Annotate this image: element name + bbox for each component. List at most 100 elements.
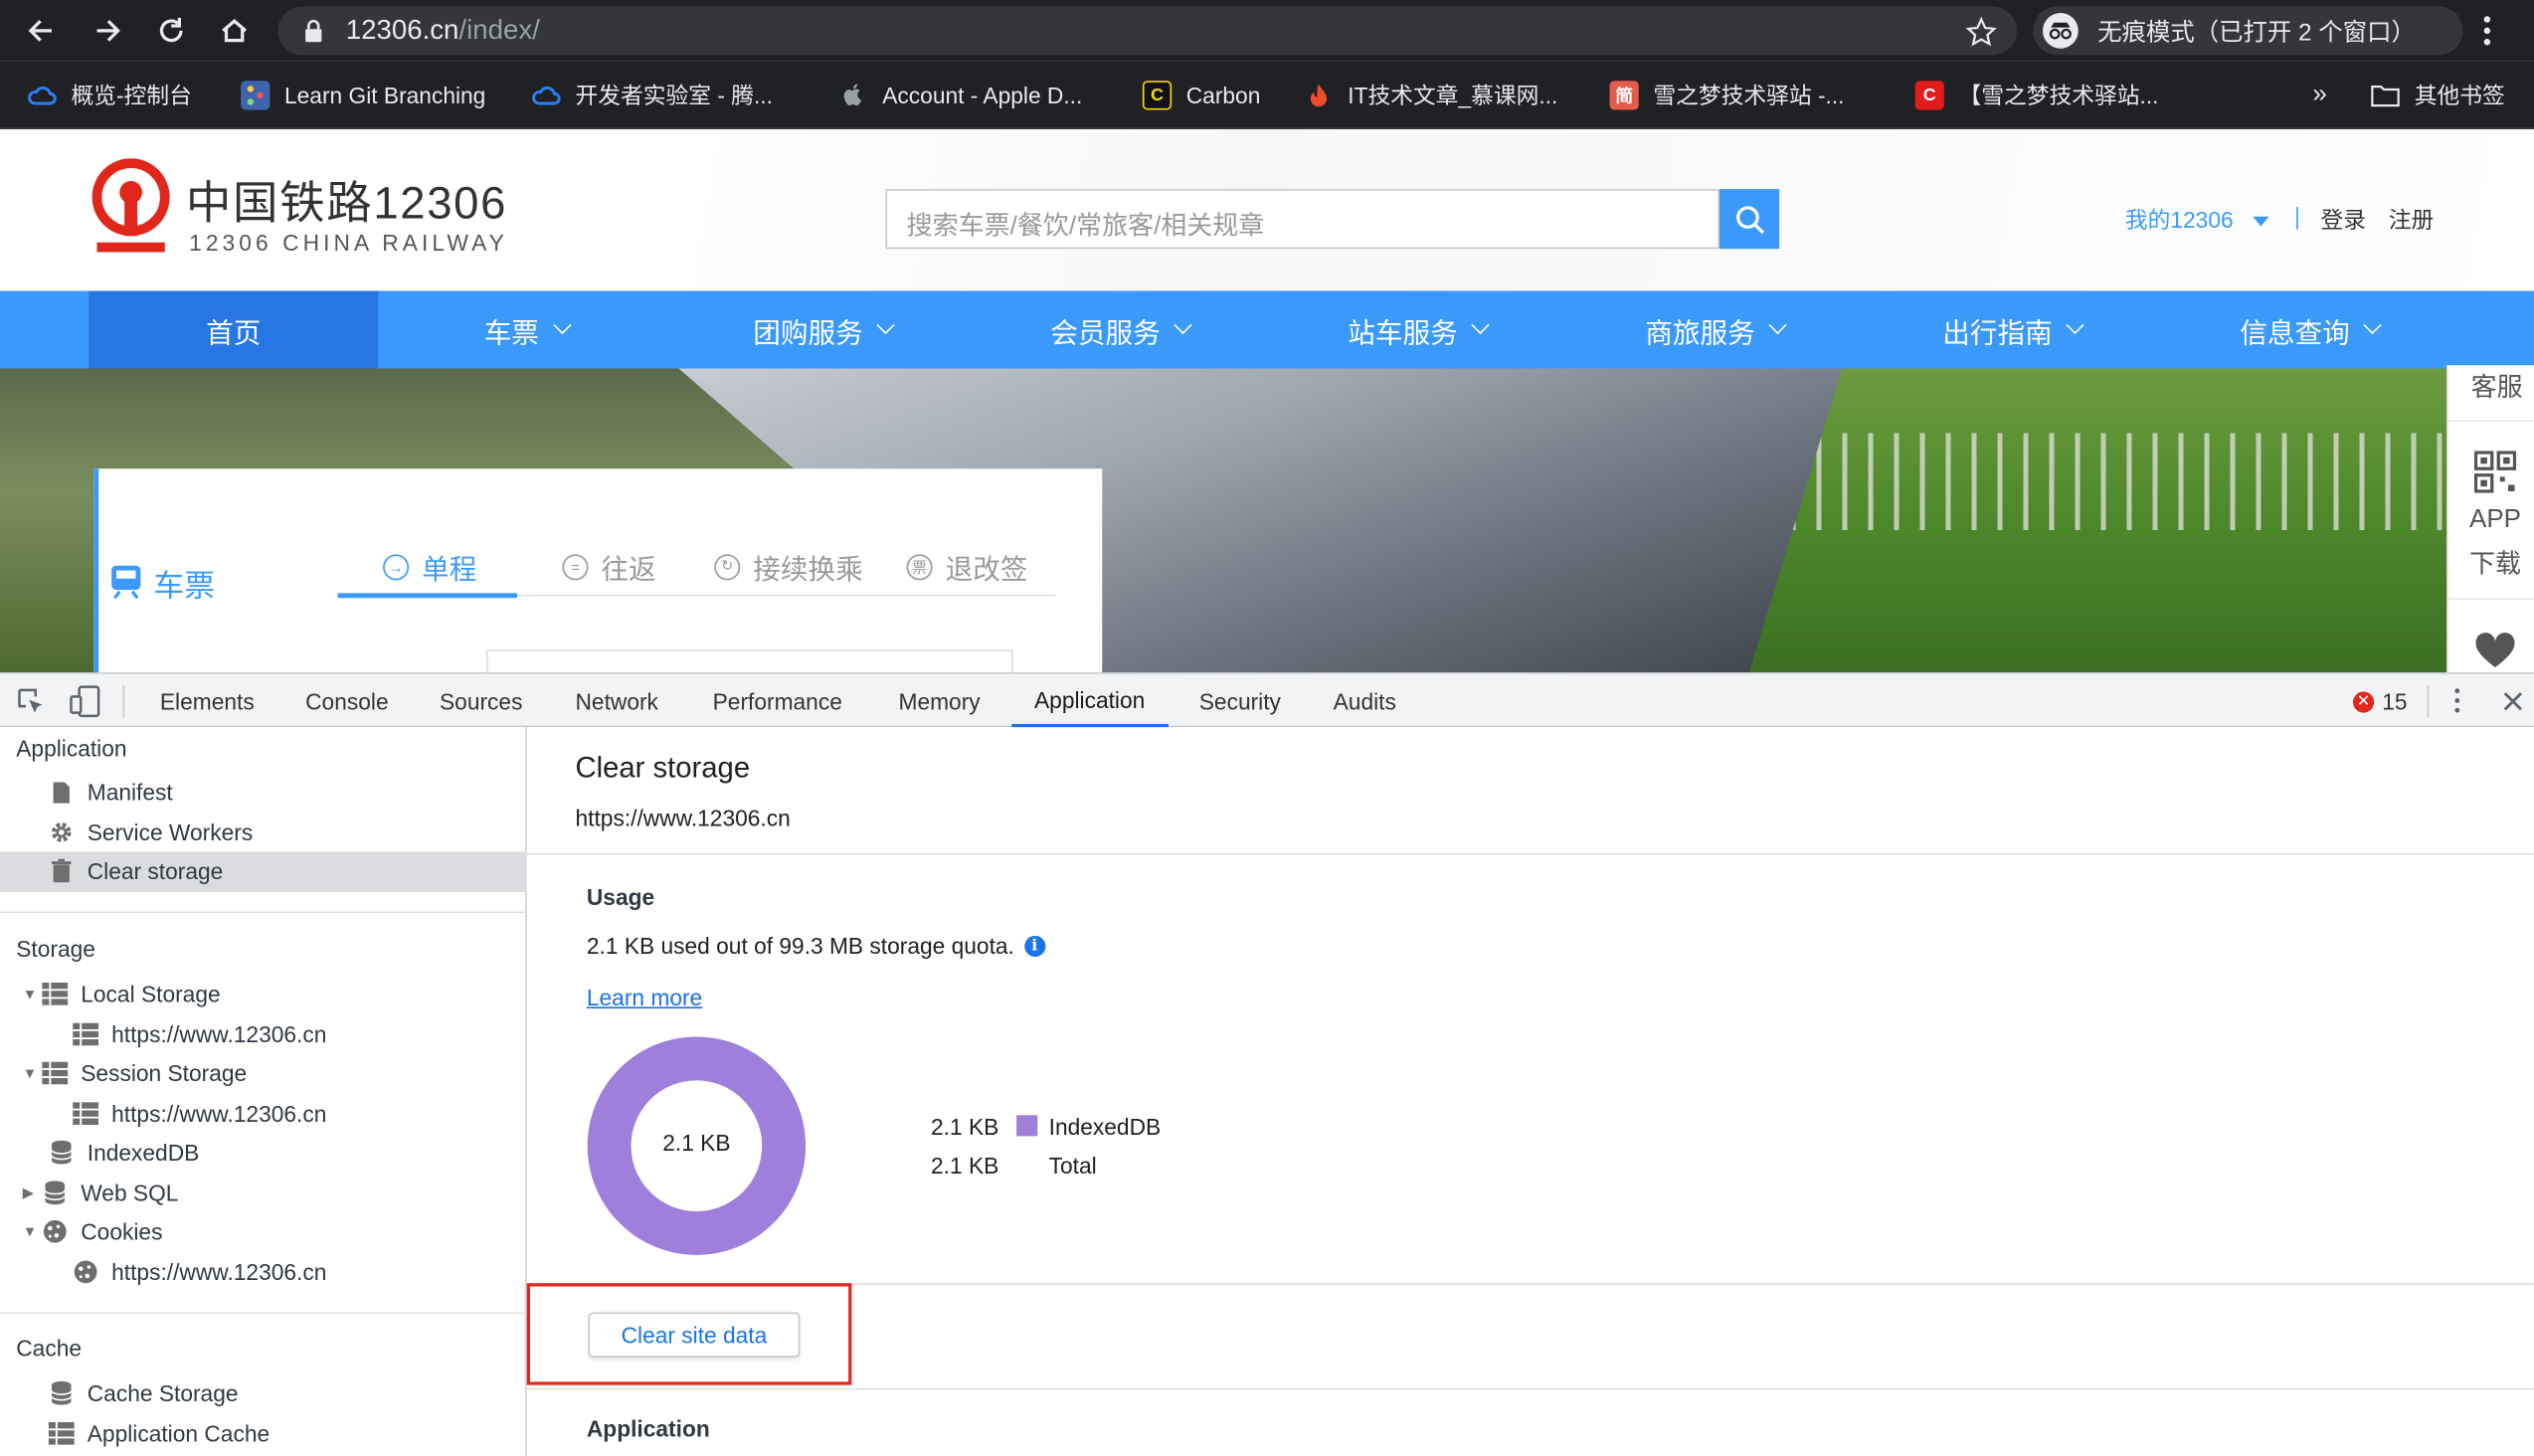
bookmark-label: 【雪之梦技术驿站... [1958,82,2159,108]
register-link[interactable]: 注册 [2389,204,2435,237]
site-search-button[interactable] [1720,189,1780,250]
bookmark-item[interactable]: C 【雪之梦技术驿站... [1914,78,2159,113]
sidebar-item-web-sql[interactable]: ▶ Web SQL [23,1180,179,1205]
sidebar-item-clear-storage[interactable]: Clear storage [49,858,223,884]
tab-refund-change[interactable]: 票退改签 [906,546,1028,587]
back-button[interactable] [18,7,67,56]
star-icon[interactable] [1965,16,1998,49]
reload-icon [159,17,183,43]
bookmark-item[interactable]: 开发者实验室 - 腾... [532,78,773,113]
triangle-right-icon: ▶ [22,1183,34,1200]
bookmark-label: 概览-控制台 [71,82,192,108]
grid-icon [42,981,69,1006]
chevron-down-icon [1174,315,1192,335]
sidebar-item-local-storage-origin[interactable]: https://www.12306.cn [73,1021,326,1047]
home-button[interactable] [210,7,259,56]
bookmark-item[interactable]: 概览-控制台 [28,78,192,113]
usage-text: 2.1 KB used out of 99.3 MB storage quota… [586,932,1014,959]
tab-transfer[interactable]: ↻ 接续换乘 [714,546,863,587]
bookmark-label: Learn Git Branching [284,82,486,108]
customer-service-link[interactable]: 客服 [2471,365,2523,404]
nav-item-member[interactable]: 会员服务 [972,291,1269,369]
sidebar-item-label: https://www.12306.cn [111,1021,327,1047]
tab-network[interactable]: Network [576,674,658,728]
info-icon[interactable]: i [1023,935,1045,957]
sidebar-item-session-storage[interactable]: ▼ Session Storage [23,1060,247,1086]
nav-item-home[interactable]: 首页 [89,290,379,369]
nav-item-business[interactable]: 商旅服务 [1566,291,1864,369]
device-toolbar-icon[interactable] [70,685,102,718]
site-header: 中国铁路12306 12306 CHINA RAILWAY 搜索车票/餐饮/常旅… [0,129,2534,291]
transfer-icon: ↻ [714,553,741,580]
devtools-menu-button[interactable] [2454,688,2461,713]
tab-performance[interactable]: Performance [713,674,842,728]
sidebar-item-cookies[interactable]: ▼ Cookies [23,1218,163,1244]
from-station-input[interactable] [486,649,1013,672]
tab-one-way[interactable]: → 单程 [383,546,476,587]
nav-item-info[interactable]: 信息查询 [2161,291,2458,369]
nav-item-station[interactable]: 站车服务 [1269,291,1566,369]
nav-item-group[interactable]: 团购服务 [674,291,972,369]
nav-item-tickets[interactable]: 车票 [378,291,673,369]
inspect-element-icon[interactable] [16,687,45,716]
login-link[interactable]: 登录 [2321,204,2367,237]
tab-console[interactable]: Console [305,674,388,728]
tab-security[interactable]: Security [1199,674,1281,728]
sidebar-item-session-storage-origin[interactable]: https://www.12306.cn [73,1101,326,1127]
qr-code-icon[interactable] [2473,451,2517,493]
railway-logo-icon[interactable] [88,158,175,259]
tab-sources[interactable]: Sources [440,674,522,728]
browser-toolbar: 12306.cn/index/ 无痕模式（已打开 2 个窗口） [0,0,2534,62]
site-search-input[interactable]: 搜索车票/餐饮/常旅客/相关规章 [885,189,1720,250]
tab-label: 往返 [601,554,656,586]
forward-button[interactable] [83,7,131,56]
triangle-down-icon: ▼ [22,1223,38,1240]
incognito-label: 无痕模式（已打开 2 个窗口） [2097,18,2416,47]
browser-menu-button[interactable] [2483,16,2491,46]
arrow-left-icon [28,19,52,42]
home-icon [222,18,248,43]
tab-audits[interactable]: Audits [1334,674,1396,728]
my12306-menu[interactable]: 我的12306 [2125,204,2269,237]
tab-elements[interactable]: Elements [160,674,255,728]
incognito-indicator[interactable]: 无痕模式（已打开 2 个窗口） [2033,6,2463,56]
learn-more-link[interactable]: Learn more [587,985,702,1010]
sidebar-item-application-cache[interactable]: Application Cache [48,1420,270,1446]
triangle-down-icon: ▼ [22,1064,38,1082]
address-bar[interactable]: 12306.cn/index/ [277,6,2017,56]
bookmark-item[interactable]: Account - Apple D... [838,78,1082,113]
chevron-down-icon [876,315,895,335]
heart-icon[interactable] [2474,632,2516,670]
jian-icon: 简 [1609,81,1639,110]
sidebar-item-label: IndexedDB [87,1139,200,1166]
other-bookmarks[interactable]: 其他书签 [2371,78,2505,113]
bookmark-item[interactable]: 简 雪之梦技术驿站 -... [1609,78,1845,113]
sidebar-item-cache-storage[interactable]: Cache Storage [49,1380,239,1406]
bookmark-item[interactable]: Learn Git Branching [241,78,485,113]
bookmark-item[interactable]: IT技术文章_慕课网... [1304,78,1557,113]
sidebar-item-cookies-origin[interactable]: https://www.12306.cn [73,1259,326,1285]
tab-memory[interactable]: Memory [899,674,981,728]
bookmark-label: IT技术文章_慕课网... [1348,82,1558,108]
bookmarks-overflow-button[interactable]: » [2312,78,2326,113]
bookmark-item[interactable]: C Carbon [1142,78,1260,113]
tab-round-trip[interactable]: = 往返 [562,546,656,587]
sidebar-item-manifest[interactable]: Manifest [49,779,173,805]
close-icon[interactable] [2502,690,2525,713]
sidebar-item-service-workers[interactable]: Service Workers [49,819,253,845]
database-icon [49,1380,75,1406]
round-trip-icon: = [562,553,589,580]
error-counter[interactable]: ✕ 15 [2353,688,2408,714]
sidebar-item-indexeddb[interactable]: IndexedDB [49,1139,200,1166]
reload-button[interactable] [147,7,196,56]
nav-label: 首页 [206,317,262,349]
sidebar-item-label: https://www.12306.cn [111,1258,327,1285]
sidebar-item-label: Service Workers [87,819,254,845]
sidebar-item-local-storage[interactable]: ▼ Local Storage [23,981,221,1006]
site-logo-subtitle: 12306 CHINA RAILWAY [189,229,508,256]
tab-application[interactable]: Application [1011,674,1169,728]
trash-icon [49,858,75,884]
tab-label: 接续换乘 [753,554,863,586]
sidebar-header-storage: Storage [16,935,95,962]
nav-item-guide[interactable]: 出行指南 [1864,291,2161,369]
